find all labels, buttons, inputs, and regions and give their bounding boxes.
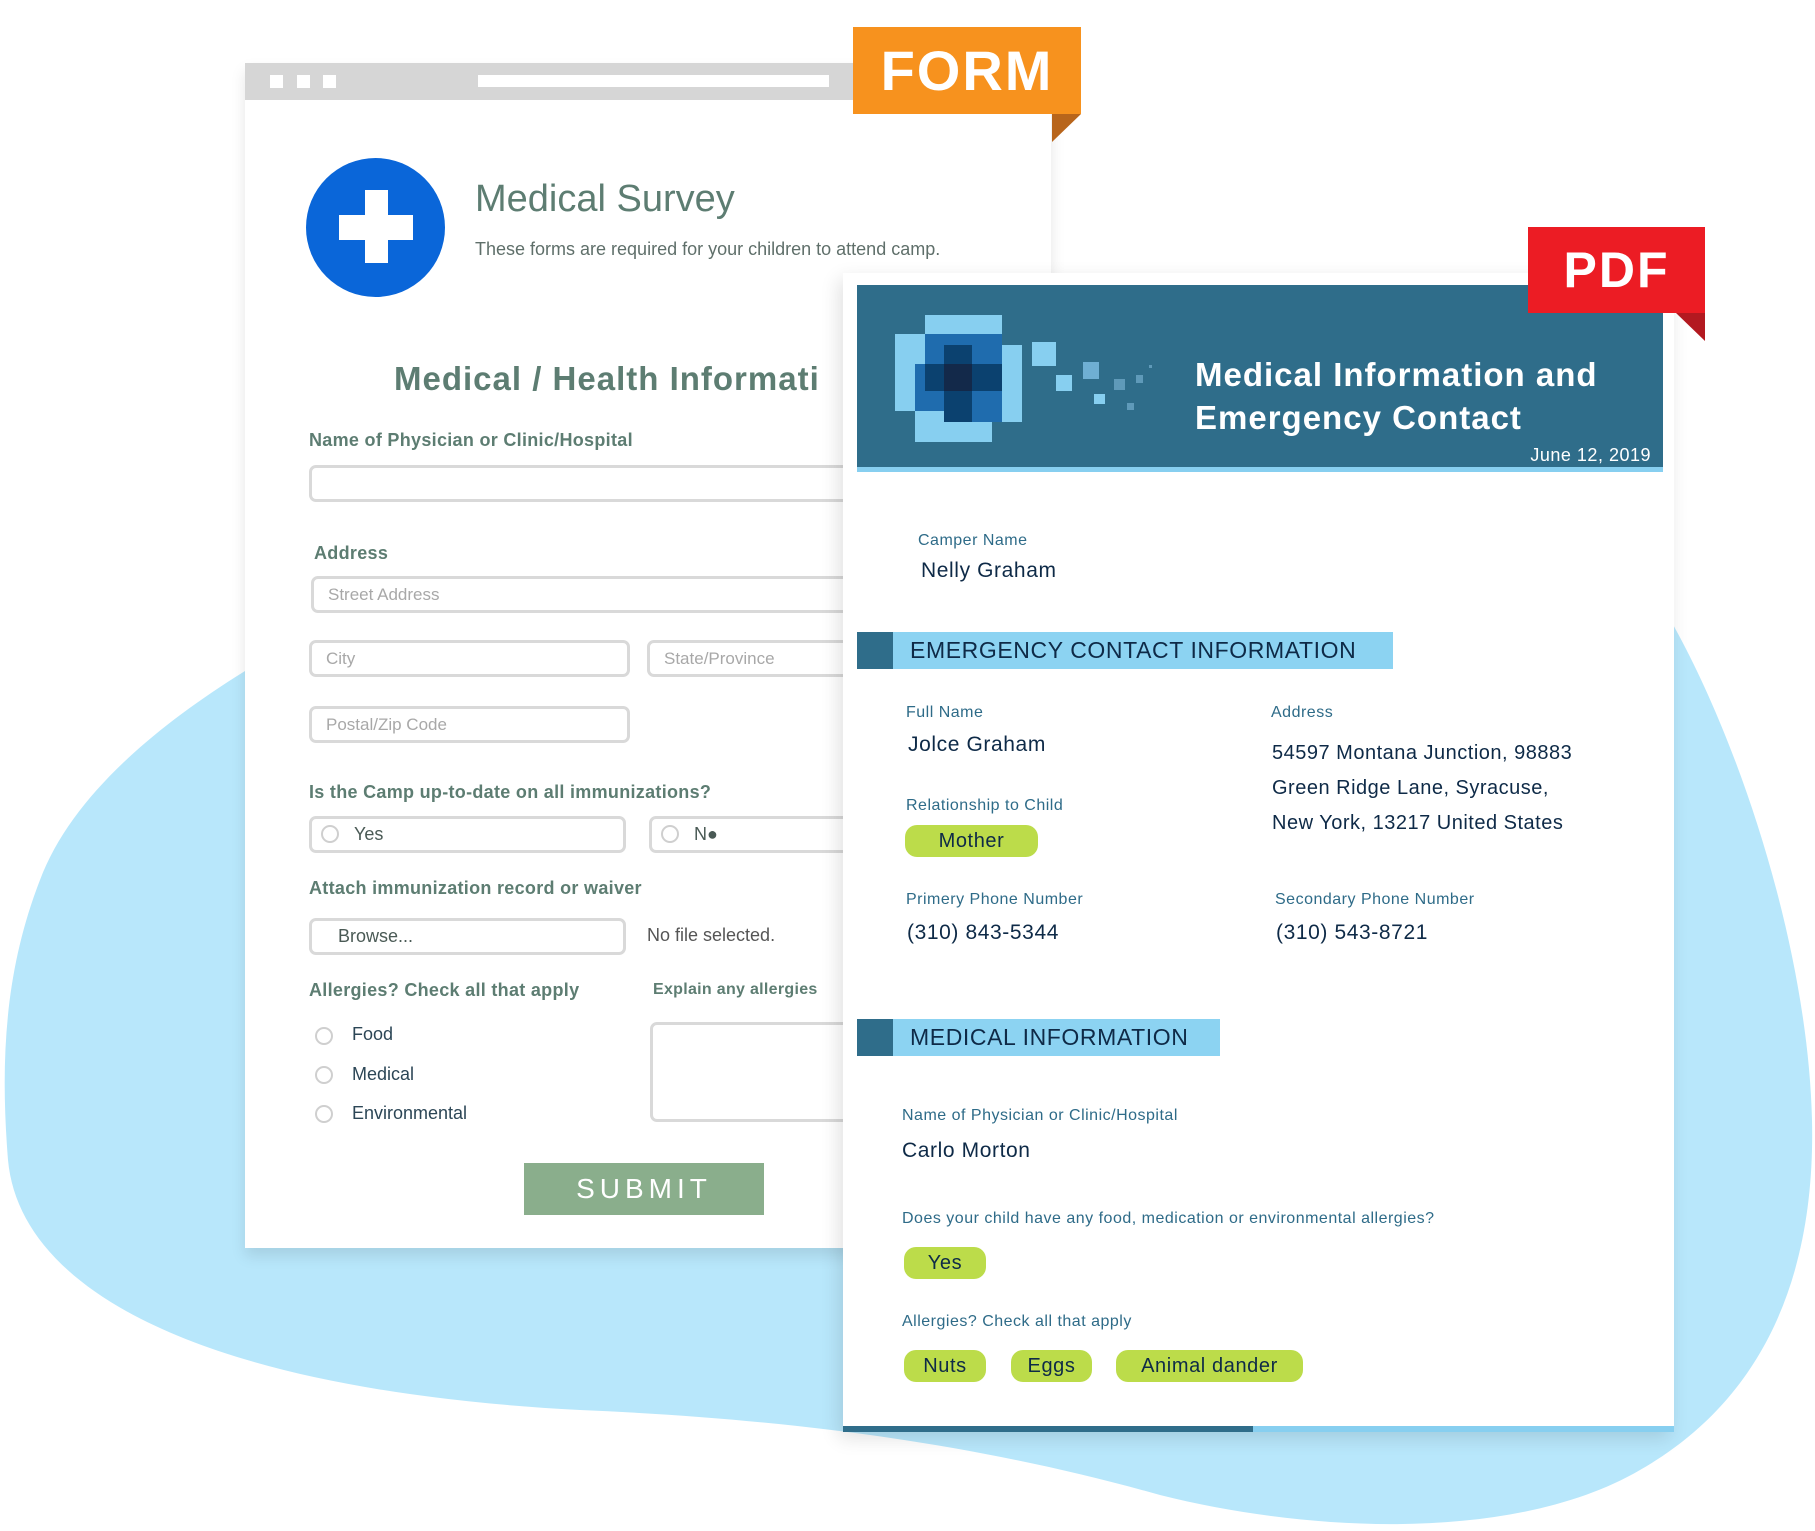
logo-pixel: [1094, 394, 1105, 404]
logo-pixel: [1136, 375, 1143, 383]
allergy-environmental-label: Environmental: [352, 1103, 468, 1123]
allergy-pill: Nuts: [904, 1350, 986, 1382]
allergy-pill: Animal dander: [1116, 1350, 1303, 1382]
pdf-title-line1: Medical Information and: [1195, 356, 1598, 393]
allergy-pill: Eggs: [1011, 1350, 1092, 1382]
allergy-food-label: Food: [352, 1024, 394, 1044]
allergy-medical-checkbox[interactable]: [315, 1066, 333, 1084]
address-line: New York, 13217 United States: [1272, 812, 1564, 834]
primary-phone-label: Primery Phone Number: [906, 891, 1084, 908]
postal-zip-input[interactable]: Postal/Zip Code: [309, 706, 630, 743]
address-line: 54597 Montana Junction, 98883: [1272, 742, 1573, 764]
address-value: 54597 Montana Junction, 98883 Green Ridg…: [1272, 736, 1572, 841]
form-title: Medical Survey: [475, 178, 735, 220]
logo-pixel: [1083, 362, 1099, 379]
form-section-title: Medical / Health Informati: [394, 360, 820, 397]
file-status: No file selected.: [647, 925, 776, 945]
medical-information-section-header: MEDICAL INFORMATION: [857, 1019, 1220, 1056]
form-tag-fold: [1052, 114, 1081, 142]
city-input[interactable]: City: [309, 640, 630, 677]
address-line: Green Ridge Lane, Syracuse,: [1272, 777, 1549, 799]
explain-allergies-label: Explain any allergies: [653, 981, 818, 998]
physician-label: Name of Physician or Clinic/Hospital: [902, 1107, 1178, 1124]
header-accent-strip: [857, 467, 1663, 472]
logo-pixel: [1056, 375, 1072, 391]
browse-button[interactable]: Browse...: [309, 918, 626, 955]
allergy-medical-label: Medical: [352, 1064, 415, 1084]
relationship-label: Relationship to Child: [906, 797, 1064, 814]
address-label: Address: [314, 543, 389, 563]
form-tag: FORM: [853, 27, 1081, 114]
medical-cross-icon: [306, 158, 445, 297]
address-label: Address: [1271, 704, 1334, 721]
full-name-value: Jolce Graham: [908, 733, 1046, 756]
logo-pixel: [1032, 342, 1056, 366]
allergy-answer-pill: Yes: [904, 1247, 986, 1279]
form-subtitle: These forms are required for your childr…: [475, 239, 941, 259]
physician-label: Name of Physician or Clinic/Hospital: [309, 430, 633, 450]
pdf-title-line2: Emergency Contact: [1195, 399, 1522, 436]
allergy-food-checkbox[interactable]: [315, 1027, 333, 1045]
secondary-phone-label: Secondary Phone Number: [1275, 891, 1475, 908]
physician-value: Carlo Morton: [902, 1139, 1031, 1162]
radio-yes[interactable]: [321, 825, 339, 843]
allergies-check-label: Allergies? Check all that apply: [902, 1313, 1132, 1330]
pdf-title: Medical Information and Emergency Contac…: [1195, 353, 1598, 439]
cross-horizontal: [339, 215, 413, 240]
immunization-no-label: N●: [694, 824, 718, 844]
address-bar[interactable]: [478, 75, 829, 87]
emergency-contact-title: EMERGENCY CONTACT INFORMATION: [910, 637, 1357, 663]
pdf-document: Medical Information and Emergency Contac…: [843, 273, 1674, 1432]
primary-phone-value: (310) 843-5344: [907, 921, 1060, 944]
logo-pixel: [1127, 403, 1134, 410]
camper-name-value: Nelly Graham: [921, 559, 1057, 582]
logo-pixel: [1114, 379, 1125, 390]
window-dot-icon: [270, 75, 283, 88]
attach-label: Attach immunization record or waiver: [309, 878, 642, 898]
camper-name-label: Camper Name: [918, 532, 1028, 549]
relationship-pill: Mother: [905, 825, 1038, 857]
pdf-tag-fold: [1676, 313, 1705, 341]
pdf-date: June 12, 2019: [1530, 445, 1651, 465]
allergies-label: Allergies? Check all that apply: [309, 980, 580, 1000]
radio-no[interactable]: [661, 825, 679, 843]
secondary-phone-value: (310) 543-8721: [1276, 921, 1429, 944]
medical-information-title: MEDICAL INFORMATION: [910, 1024, 1189, 1050]
section-marker: [857, 1019, 893, 1056]
section-marker: [857, 632, 893, 669]
window-dot-icon: [323, 75, 336, 88]
pdf-tag: PDF: [1528, 227, 1705, 313]
logo-pixel: [1149, 365, 1152, 368]
immunization-yes-label: Yes: [354, 824, 384, 844]
allergy-environmental-checkbox[interactable]: [315, 1105, 333, 1123]
allergy-question: Does your child have any food, medicatio…: [902, 1210, 1435, 1227]
window-dot-icon: [297, 75, 310, 88]
immunization-yes-option[interactable]: Yes: [309, 816, 626, 853]
immunization-question: Is the Camp up-to-date on all immunizati…: [309, 782, 712, 802]
emergency-contact-section-header: EMERGENCY CONTACT INFORMATION: [857, 632, 1393, 669]
footer-strip-dark: [843, 1426, 1253, 1432]
submit-button[interactable]: SUBMIT: [524, 1163, 764, 1215]
full-name-label: Full Name: [906, 704, 984, 721]
logo-pixel: [944, 364, 972, 391]
